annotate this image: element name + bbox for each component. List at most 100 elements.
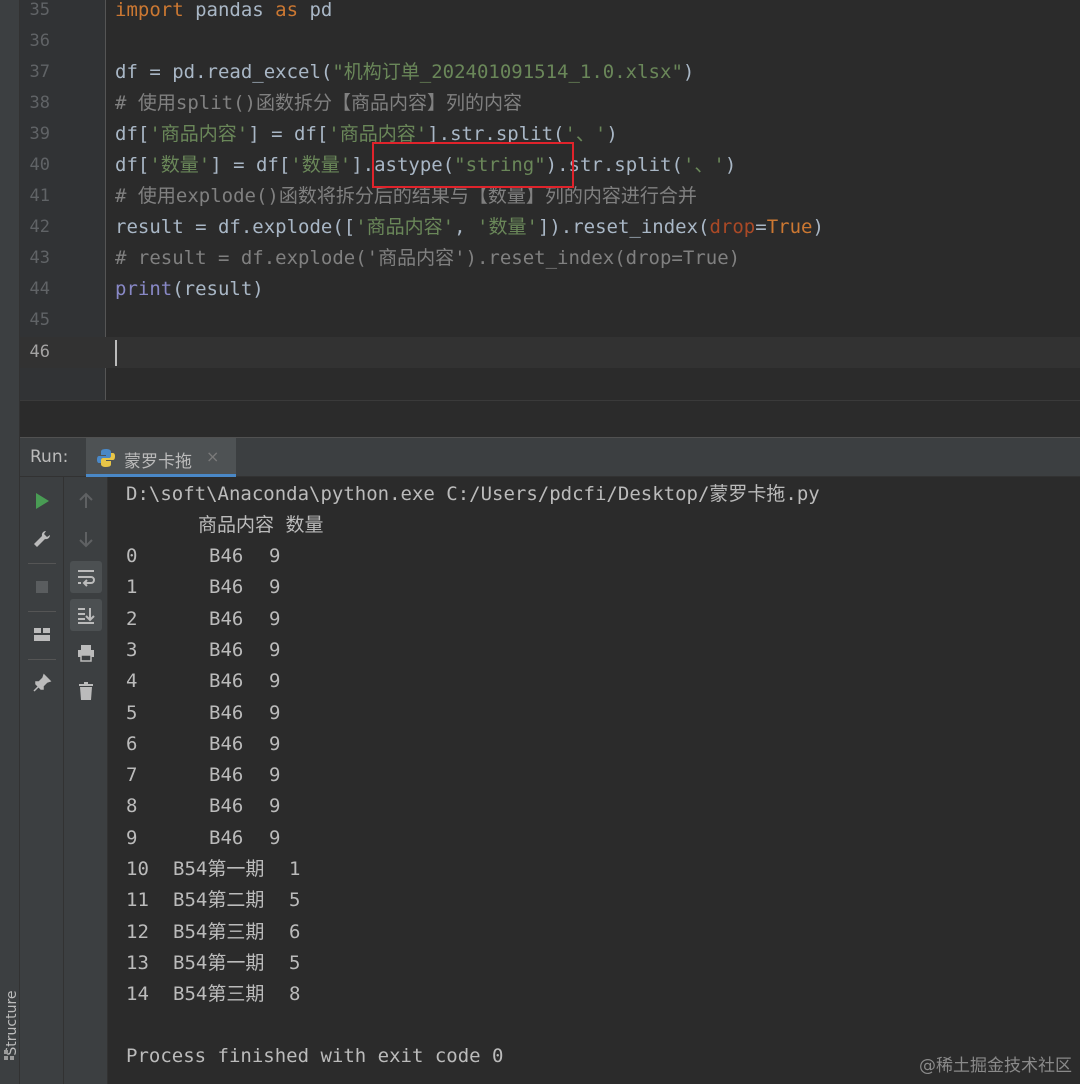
- run-toolbar-secondary: [64, 477, 108, 1084]
- console-exit-message: Process finished with exit code 0: [126, 1045, 504, 1067]
- row-quantity: 9: [269, 638, 281, 661]
- wrench-icon: [34, 530, 51, 547]
- line-number: 43: [29, 248, 50, 268]
- play-icon: [36, 493, 49, 509]
- row-quantity: 9: [269, 795, 281, 818]
- annotation-highlight-box: [372, 142, 574, 188]
- arrow-down-icon: [79, 532, 93, 548]
- row-item: B46: [209, 826, 244, 849]
- line-number: 36: [29, 31, 50, 51]
- row-item: B46: [209, 545, 244, 567]
- line-number: 42: [29, 217, 50, 237]
- row-item: B46: [209, 764, 244, 787]
- stop-button[interactable]: [26, 571, 58, 603]
- run-console-output[interactable]: D:\soft\Anaconda\python.exe C:/Users/pdc…: [108, 477, 1080, 1084]
- toolbar-separator: [28, 659, 56, 660]
- pin-icon: [33, 673, 52, 692]
- scroll-down-button[interactable]: [70, 523, 102, 555]
- rerun-button[interactable]: [26, 485, 58, 517]
- code-line: 44 print(result): [20, 274, 1080, 305]
- line-number: 46: [29, 342, 50, 362]
- line-number: 41: [29, 186, 50, 206]
- row-quantity: 9: [269, 576, 281, 599]
- run-toolbar-primary: [20, 477, 64, 1084]
- row-item: B46: [209, 732, 244, 755]
- panel-splitter[interactable]: [20, 400, 1080, 437]
- arrow-up-icon: [79, 492, 93, 508]
- row-quantity: 1: [289, 858, 301, 880]
- row-quantity: 9: [269, 545, 281, 567]
- row-item: B54第一期: [173, 951, 265, 974]
- row-item: B46: [209, 638, 244, 661]
- row-item: B54第三期: [173, 983, 265, 1006]
- row-item: B46: [209, 795, 244, 818]
- row-quantity: 9: [269, 826, 281, 849]
- row-index: 4: [126, 670, 138, 693]
- row-item: B46: [209, 607, 244, 630]
- structure-strip: Structure: [0, 0, 20, 1084]
- row-item: B54第二期: [173, 889, 265, 912]
- row-quantity: 5: [289, 889, 301, 912]
- toolbar-separator: [28, 611, 56, 612]
- stop-icon: [36, 581, 48, 593]
- code-line: 42 result = df.explode(['商品内容', '数量']).r…: [20, 212, 1080, 243]
- code-editor[interactable]: 35 import pandas as pd 36 37 df = pd.rea…: [20, 0, 1080, 400]
- structure-icon: [4, 1050, 14, 1060]
- pin-tab-button[interactable]: [26, 667, 58, 699]
- row-index: 1: [126, 576, 138, 599]
- close-icon[interactable]: ×: [206, 447, 219, 466]
- line-number: 37: [29, 62, 50, 82]
- line-number: 45: [29, 310, 50, 330]
- row-item: B46: [209, 701, 244, 724]
- code-line: 35 import pandas as pd: [20, 0, 1080, 26]
- row-index: 5: [126, 701, 138, 724]
- row-quantity: 9: [269, 670, 281, 693]
- row-quantity: 9: [269, 732, 281, 755]
- code-line: 38 # 使用split()函数拆分【商品内容】列的内容: [20, 88, 1080, 119]
- row-quantity: 9: [269, 701, 281, 724]
- code-line: 36: [20, 26, 1080, 57]
- line-number: 35: [29, 0, 50, 20]
- row-quantity: 9: [269, 607, 281, 630]
- soft-wrap-button[interactable]: [70, 561, 102, 593]
- scroll-to-end-button[interactable]: [70, 599, 102, 631]
- row-item: B46: [209, 670, 244, 693]
- edit-configuration-button[interactable]: [26, 523, 58, 555]
- row-index: 11: [126, 889, 149, 912]
- watermark: @稀土掘金技术社区: [919, 1056, 1072, 1076]
- python-icon: [97, 449, 115, 467]
- code-line: 43 # result = df.explode('商品内容').reset_i…: [20, 243, 1080, 274]
- row-index: 0: [126, 545, 138, 567]
- console-dataframe-header: 商品内容 数量: [198, 514, 324, 536]
- row-index: 14: [126, 983, 149, 1006]
- console-command-line: D:\soft\Anaconda\python.exe C:/Users/pdc…: [126, 483, 820, 505]
- row-index: 7: [126, 764, 138, 787]
- scroll-to-end-icon: [78, 608, 95, 624]
- run-tab[interactable]: 蒙罗卡拖 ×: [86, 438, 236, 477]
- printer-icon: [78, 645, 94, 662]
- layout-button[interactable]: [26, 619, 58, 651]
- row-index: 13: [126, 951, 149, 974]
- row-index: 10: [126, 858, 149, 880]
- structure-tool-window-button[interactable]: Structure: [0, 985, 20, 1065]
- clear-all-button[interactable]: [70, 675, 102, 707]
- scroll-up-button[interactable]: [70, 485, 102, 517]
- print-button[interactable]: [70, 637, 102, 669]
- run-tab-label: 蒙罗卡拖: [124, 452, 192, 472]
- code-line-current: 46: [20, 337, 1080, 368]
- text-caret: [115, 340, 117, 366]
- row-quantity: 6: [289, 920, 301, 943]
- row-index: 6: [126, 732, 138, 755]
- run-panel-header: Run: 蒙罗卡拖 ×: [20, 437, 1080, 477]
- row-quantity: 9: [269, 764, 281, 787]
- soft-wrap-icon: [78, 570, 95, 587]
- run-label: Run:: [30, 447, 69, 467]
- line-number: 38: [29, 93, 50, 113]
- line-number: 40: [29, 155, 50, 175]
- row-item: B54第三期: [173, 920, 265, 943]
- row-quantity: 5: [289, 951, 301, 974]
- row-index: 3: [126, 638, 138, 661]
- row-index: 12: [126, 920, 149, 943]
- row-index: 2: [126, 607, 138, 630]
- trash-icon: [79, 682, 93, 700]
